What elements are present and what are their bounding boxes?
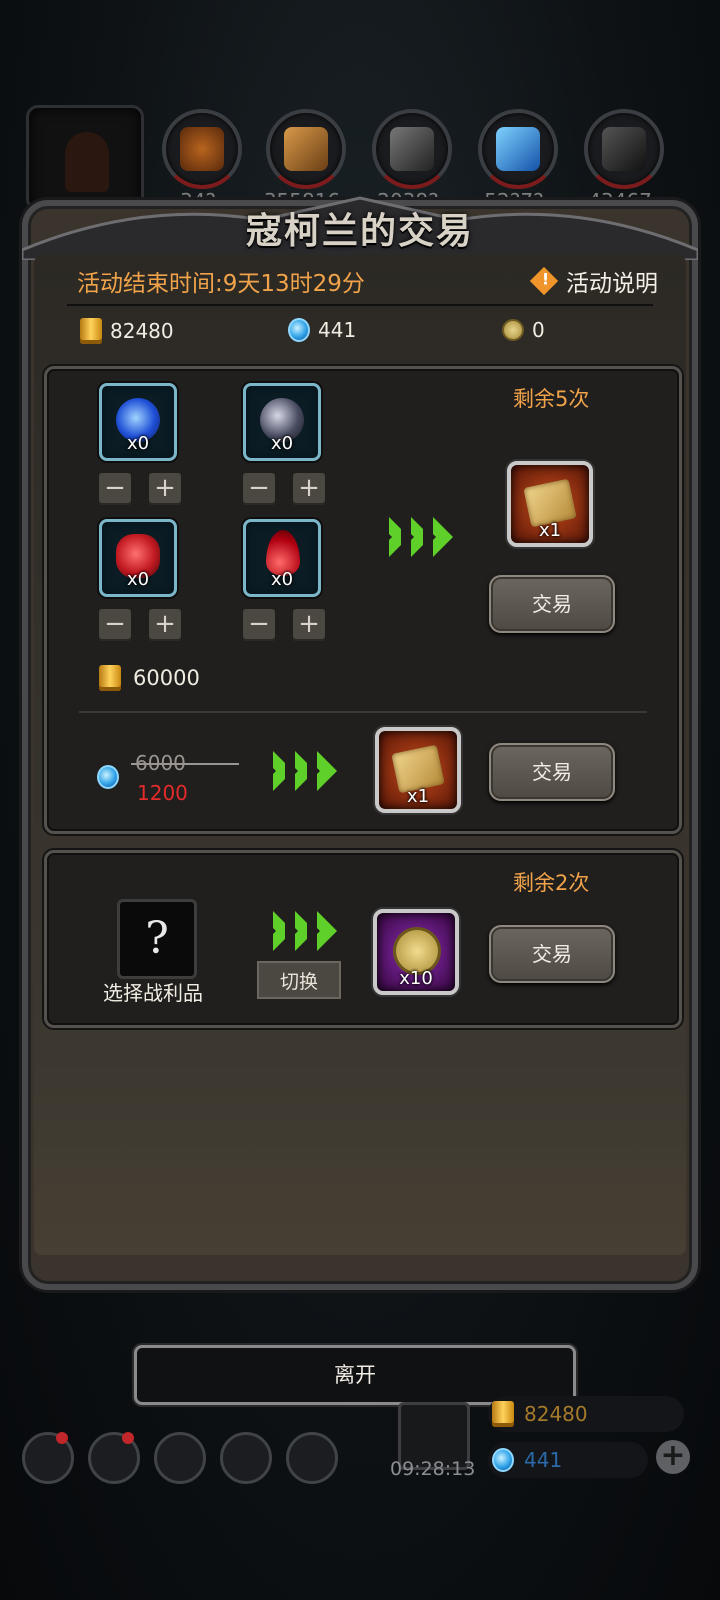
hood-icon [65, 132, 109, 192]
blue-gem-icon [492, 1448, 514, 1472]
resource-crystal[interactable] [478, 109, 558, 189]
decrease-button[interactable]: − [243, 473, 275, 505]
exchange-arrow-icon [379, 517, 453, 557]
reward-scroll[interactable]: x1 [375, 727, 461, 813]
trade-dialog: 寇柯兰的交易 活动结束时间:9天13时29分 ! 活动说明 82480 441 … [22, 196, 698, 1290]
gem-amount: 441 [318, 318, 357, 342]
remaining-count: 剩余5次 [513, 387, 590, 411]
hud-mail-icon[interactable] [220, 1432, 272, 1484]
resource-stone[interactable] [372, 109, 452, 189]
material-slot-blood-drop[interactable]: x0 [243, 519, 321, 597]
exchange-arrow-icon [263, 911, 337, 951]
decrease-button[interactable]: − [99, 473, 131, 505]
material-slot-red-crystal[interactable]: x0 [99, 519, 177, 597]
decrease-button[interactable]: − [99, 609, 131, 641]
iron-icon [602, 127, 646, 171]
resource-iron[interactable] [584, 109, 664, 189]
hud-gem: 441 [488, 1442, 648, 1478]
increase-button[interactable]: + [149, 609, 181, 641]
reward-count: x1 [538, 520, 562, 541]
material-count: x0 [270, 433, 294, 454]
remaining-count: 剩余2次 [513, 871, 590, 895]
hud-gem-amount: 441 [524, 1448, 563, 1472]
hud-castle-icon[interactable] [154, 1432, 206, 1484]
hud-handshake-icon[interactable] [286, 1432, 338, 1484]
material-slot-blue-orb[interactable]: x0 [99, 383, 177, 461]
event-info-label: 活动说明 [566, 271, 658, 297]
increase-button[interactable]: + [293, 609, 325, 641]
switch-button[interactable]: 切换 [257, 961, 341, 999]
hud-gold-amount: 82480 [524, 1402, 588, 1426]
notification-dot [56, 1432, 68, 1444]
hud-gold: 82480 [488, 1396, 684, 1432]
resource-food[interactable] [162, 109, 242, 189]
divider [79, 711, 647, 713]
trade-panel-materials: 剩余5次 x0 x0 − + − + x0 x0 − + − + x1 交易 6… [44, 366, 682, 834]
decrease-button[interactable]: − [243, 609, 275, 641]
material-slot-dark-ore[interactable]: x0 [243, 383, 321, 461]
currency-gold: 82480 [80, 318, 174, 344]
blue-gem-icon [97, 765, 119, 789]
choose-loot-label: 选择战利品 [103, 981, 203, 1005]
currency-gem: 441 [288, 318, 356, 342]
trade-button[interactable]: 交易 [489, 743, 615, 801]
notification-dot [122, 1432, 134, 1444]
wood-icon [284, 127, 328, 171]
reward-coin[interactable]: x10 [373, 909, 459, 995]
trade-token-icon [502, 319, 524, 341]
crystal-icon [496, 127, 540, 171]
reward-count: x1 [406, 786, 430, 807]
gift-timer: 09:28:13 [390, 1458, 476, 1480]
add-gems-button[interactable]: + [656, 1440, 690, 1474]
currency-token: 0 [502, 318, 545, 342]
event-info-button[interactable]: ! 活动说明 [529, 264, 658, 298]
divider [67, 304, 653, 306]
discount-price: 1200 [137, 781, 188, 805]
gold-cost: 60000 [99, 665, 200, 691]
trade-panel-loot: 剩余2次 ? 选择战利品 切换 x10 交易 [44, 850, 682, 1028]
material-count: x0 [126, 433, 150, 454]
warning-icon: ! [529, 266, 559, 296]
token-amount: 0 [532, 318, 545, 342]
mystery-loot-slot[interactable]: ? [117, 899, 197, 979]
food-icon [180, 127, 224, 171]
stone-icon [390, 127, 434, 171]
material-count: x0 [126, 569, 150, 590]
reward-scroll[interactable]: x1 [507, 461, 593, 547]
strikethrough [131, 763, 239, 765]
trade-button[interactable]: 交易 [489, 925, 615, 983]
gold-coin-icon [99, 665, 121, 691]
event-end-time: 活动结束时间:9天13时29分 [77, 271, 365, 297]
gold-coin-icon [492, 1401, 514, 1427]
material-count: x0 [270, 569, 294, 590]
exchange-arrow-icon [263, 751, 337, 791]
trade-button[interactable]: 交易 [489, 575, 615, 633]
reward-count: x10 [399, 968, 433, 989]
increase-button[interactable]: + [149, 473, 181, 505]
gold-cost-amount: 60000 [133, 666, 200, 690]
increase-button[interactable]: + [293, 473, 325, 505]
resource-wood[interactable] [266, 109, 346, 189]
gold-amount: 82480 [110, 319, 174, 343]
blue-gem-icon [288, 318, 310, 342]
gold-coin-icon [80, 318, 102, 344]
dialog-title: 寇柯兰的交易 [245, 210, 474, 252]
